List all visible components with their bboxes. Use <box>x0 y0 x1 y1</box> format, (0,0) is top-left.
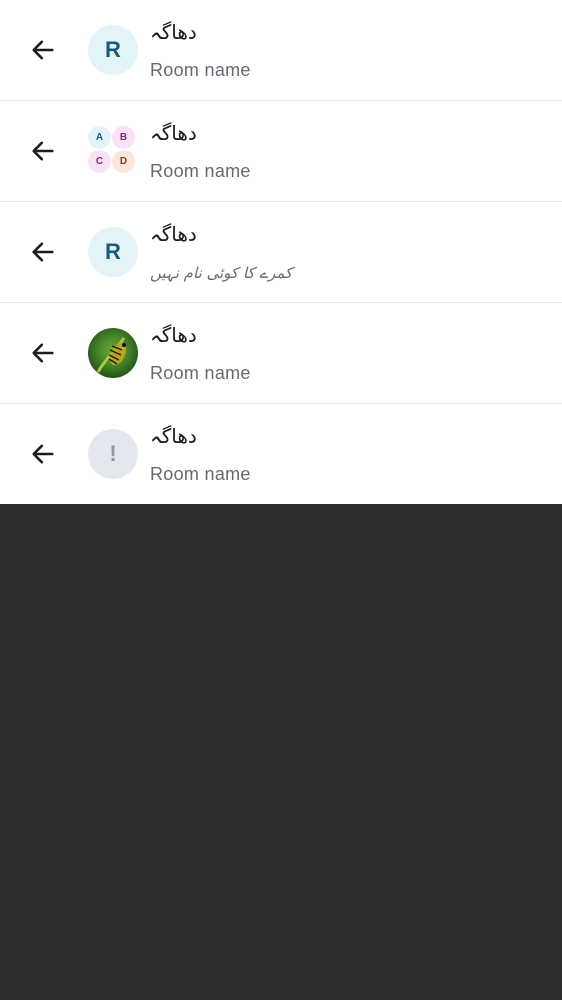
room-name: Room name <box>150 464 251 484</box>
arrow-left-icon <box>32 343 54 363</box>
member-avatar: C <box>88 150 111 173</box>
room-avatar-image <box>88 328 138 378</box>
member-avatar: B <box>112 126 135 149</box>
arrow-left-icon <box>32 444 54 464</box>
room-row[interactable]: R دھاگہ کمرے کا کوئی نام نہیں <box>0 202 562 303</box>
no-room-name: کمرے کا کوئی نام نہیں <box>150 264 293 282</box>
exclamation-icon: ! <box>109 441 117 466</box>
back-button[interactable] <box>26 437 60 471</box>
arrow-left-icon <box>32 242 54 262</box>
caterpillar-photo <box>88 328 138 378</box>
arrow-left-icon <box>32 40 54 60</box>
room-name: Room name <box>150 363 251 383</box>
room-row[interactable]: R دھاگہ Room name <box>0 0 562 101</box>
back-button[interactable] <box>26 33 60 67</box>
room-avatar-group: A B C D <box>88 126 138 176</box>
avatar-initial: R <box>105 37 121 62</box>
room-avatar: R <box>88 25 138 75</box>
member-avatar: D <box>112 150 135 173</box>
back-button[interactable] <box>26 134 60 168</box>
arrow-left-icon <box>32 141 54 161</box>
back-button[interactable] <box>26 336 60 370</box>
room-avatar-placeholder: ! <box>88 429 138 479</box>
room-avatar: R <box>88 227 138 277</box>
member-avatar: A <box>88 126 111 149</box>
thread-title: دھاگہ <box>150 323 197 347</box>
thread-title: دھاگہ <box>150 121 197 145</box>
thread-title: دھاگہ <box>150 20 197 44</box>
room-name: Room name <box>150 60 251 80</box>
thread-room-list: R دھاگہ Room name A B C D دھاگہ Room nam… <box>0 0 562 504</box>
room-name: Room name <box>150 161 251 181</box>
thread-title: دھاگہ <box>150 222 197 246</box>
back-button[interactable] <box>26 235 60 269</box>
room-row[interactable]: A B C D دھاگہ Room name <box>0 101 562 202</box>
avatar-initial: R <box>105 239 121 264</box>
room-row[interactable]: ! دھاگہ Room name <box>0 404 562 504</box>
room-row[interactable]: دھاگہ Room name <box>0 303 562 404</box>
thread-title: دھاگہ <box>150 424 197 448</box>
